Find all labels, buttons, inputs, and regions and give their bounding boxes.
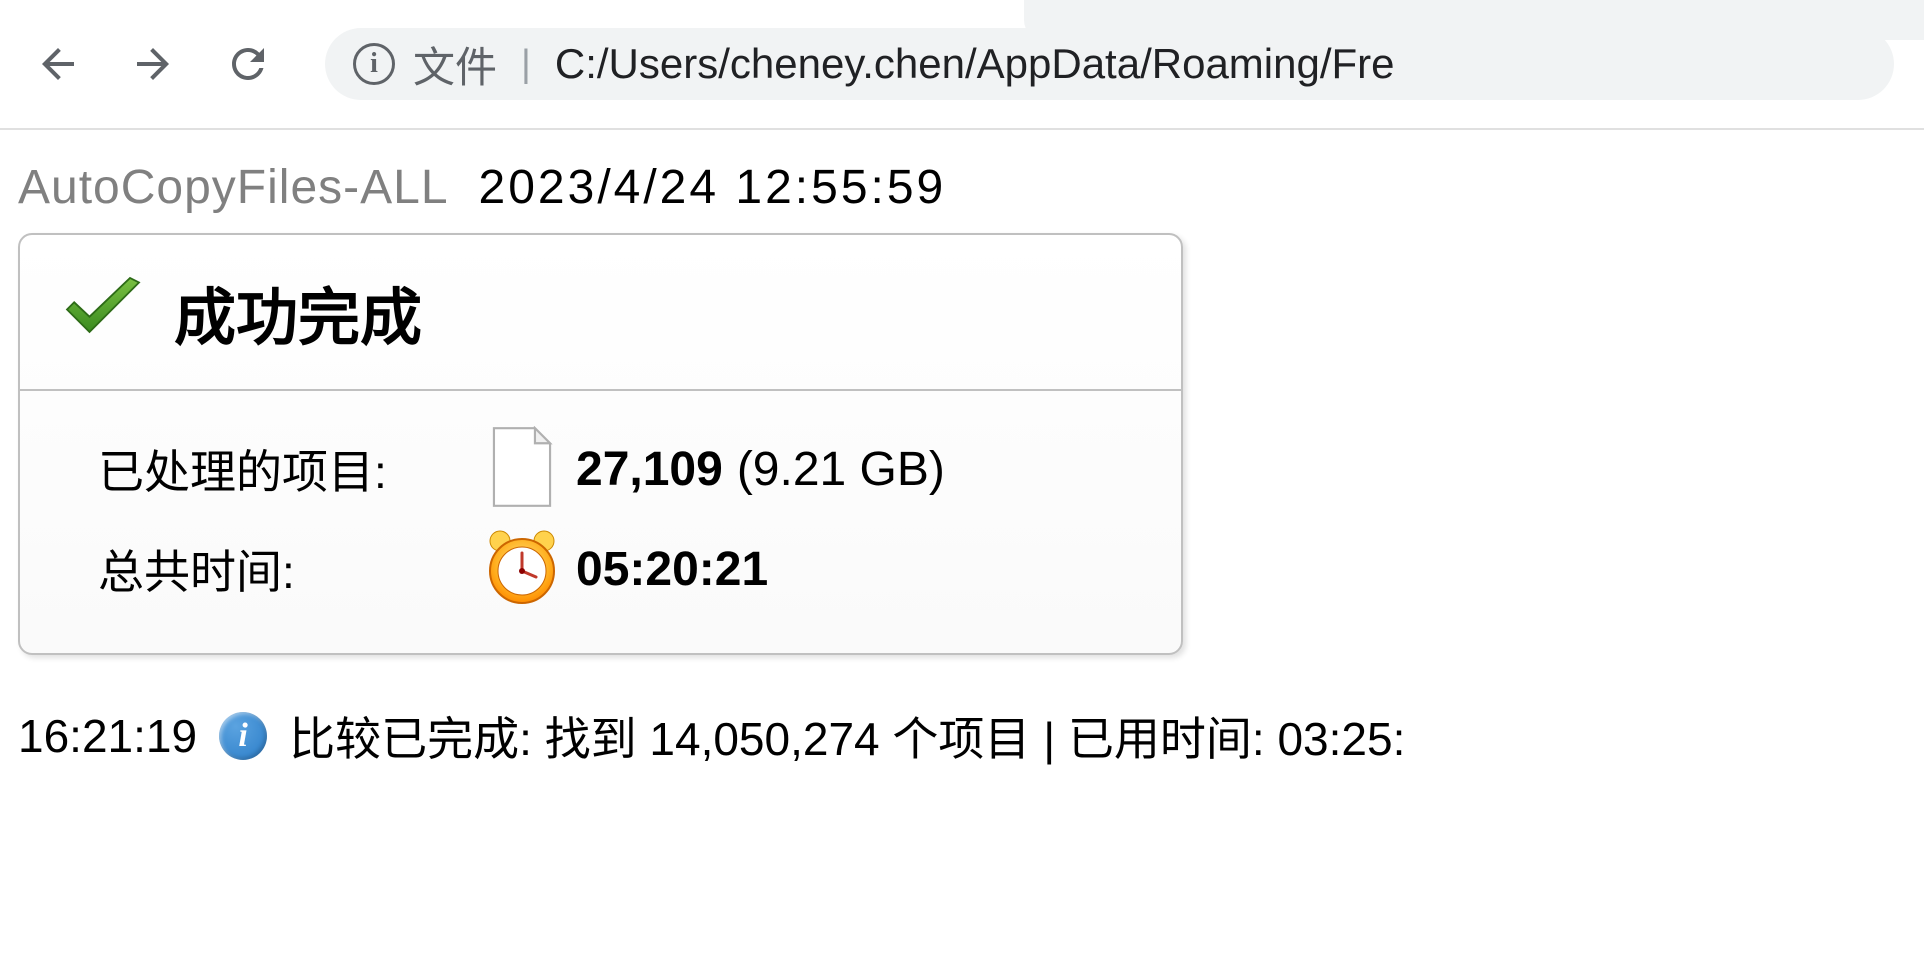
job-header: AutoCopyFiles-ALL 2023/4/24 12:55:59 <box>18 160 1906 215</box>
summary-title: 成功完成 <box>174 267 422 357</box>
back-button[interactable] <box>30 37 85 92</box>
arrow-left-icon <box>34 40 82 88</box>
file-icon <box>488 426 556 513</box>
log-message: 比较已完成: 找到 14,050,274 个项目 | 已用时间: 03:25: <box>289 703 1405 769</box>
info-badge-icon: i <box>219 712 267 760</box>
total-time-label: 总共时间: <box>98 536 468 602</box>
total-time-value: 05:20:21 <box>576 542 768 597</box>
clock-icon <box>482 527 562 612</box>
browser-tab-fragment <box>1024 0 1924 40</box>
summary-card-body: 已处理的项目: 27,109 (9.21 GB) 总共时间: <box>20 391 1181 653</box>
summary-card-header: 成功完成 <box>20 235 1181 391</box>
total-time-row: 总共时间: <box>98 519 1143 619</box>
arrow-right-icon <box>129 40 177 88</box>
reload-icon <box>224 40 272 88</box>
url-divider: | <box>521 43 531 86</box>
processed-value: 27,109 (9.21 GB) <box>576 442 945 497</box>
summary-card: 成功完成 已处理的项目: 27,109 (9.21 GB) <box>18 233 1183 655</box>
processed-label: 已处理的项目: <box>98 436 468 502</box>
url-prefix: 文件 <box>413 34 497 95</box>
processed-size: (9.21 GB) <box>737 442 945 497</box>
reload-button[interactable] <box>220 37 275 92</box>
checkmark-icon <box>58 272 148 352</box>
page-content: AutoCopyFiles-ALL 2023/4/24 12:55:59 成功完… <box>0 130 1924 769</box>
url-path: C:/Users/cheney.chen/AppData/Roaming/Fre <box>555 40 1395 88</box>
processed-row: 已处理的项目: 27,109 (9.21 GB) <box>98 419 1143 519</box>
nav-buttons-group <box>30 37 275 92</box>
log-time: 16:21:19 <box>18 709 197 763</box>
processed-count: 27,109 <box>576 442 723 497</box>
info-icon[interactable]: i <box>353 43 395 85</box>
job-name: AutoCopyFiles-ALL <box>18 160 449 215</box>
total-time-text: 05:20:21 <box>576 542 768 597</box>
forward-button[interactable] <box>125 37 180 92</box>
job-timestamp: 2023/4/24 12:55:59 <box>479 160 947 215</box>
log-line: 16:21:19 i 比较已完成: 找到 14,050,274 个项目 | 已用… <box>18 703 1906 769</box>
